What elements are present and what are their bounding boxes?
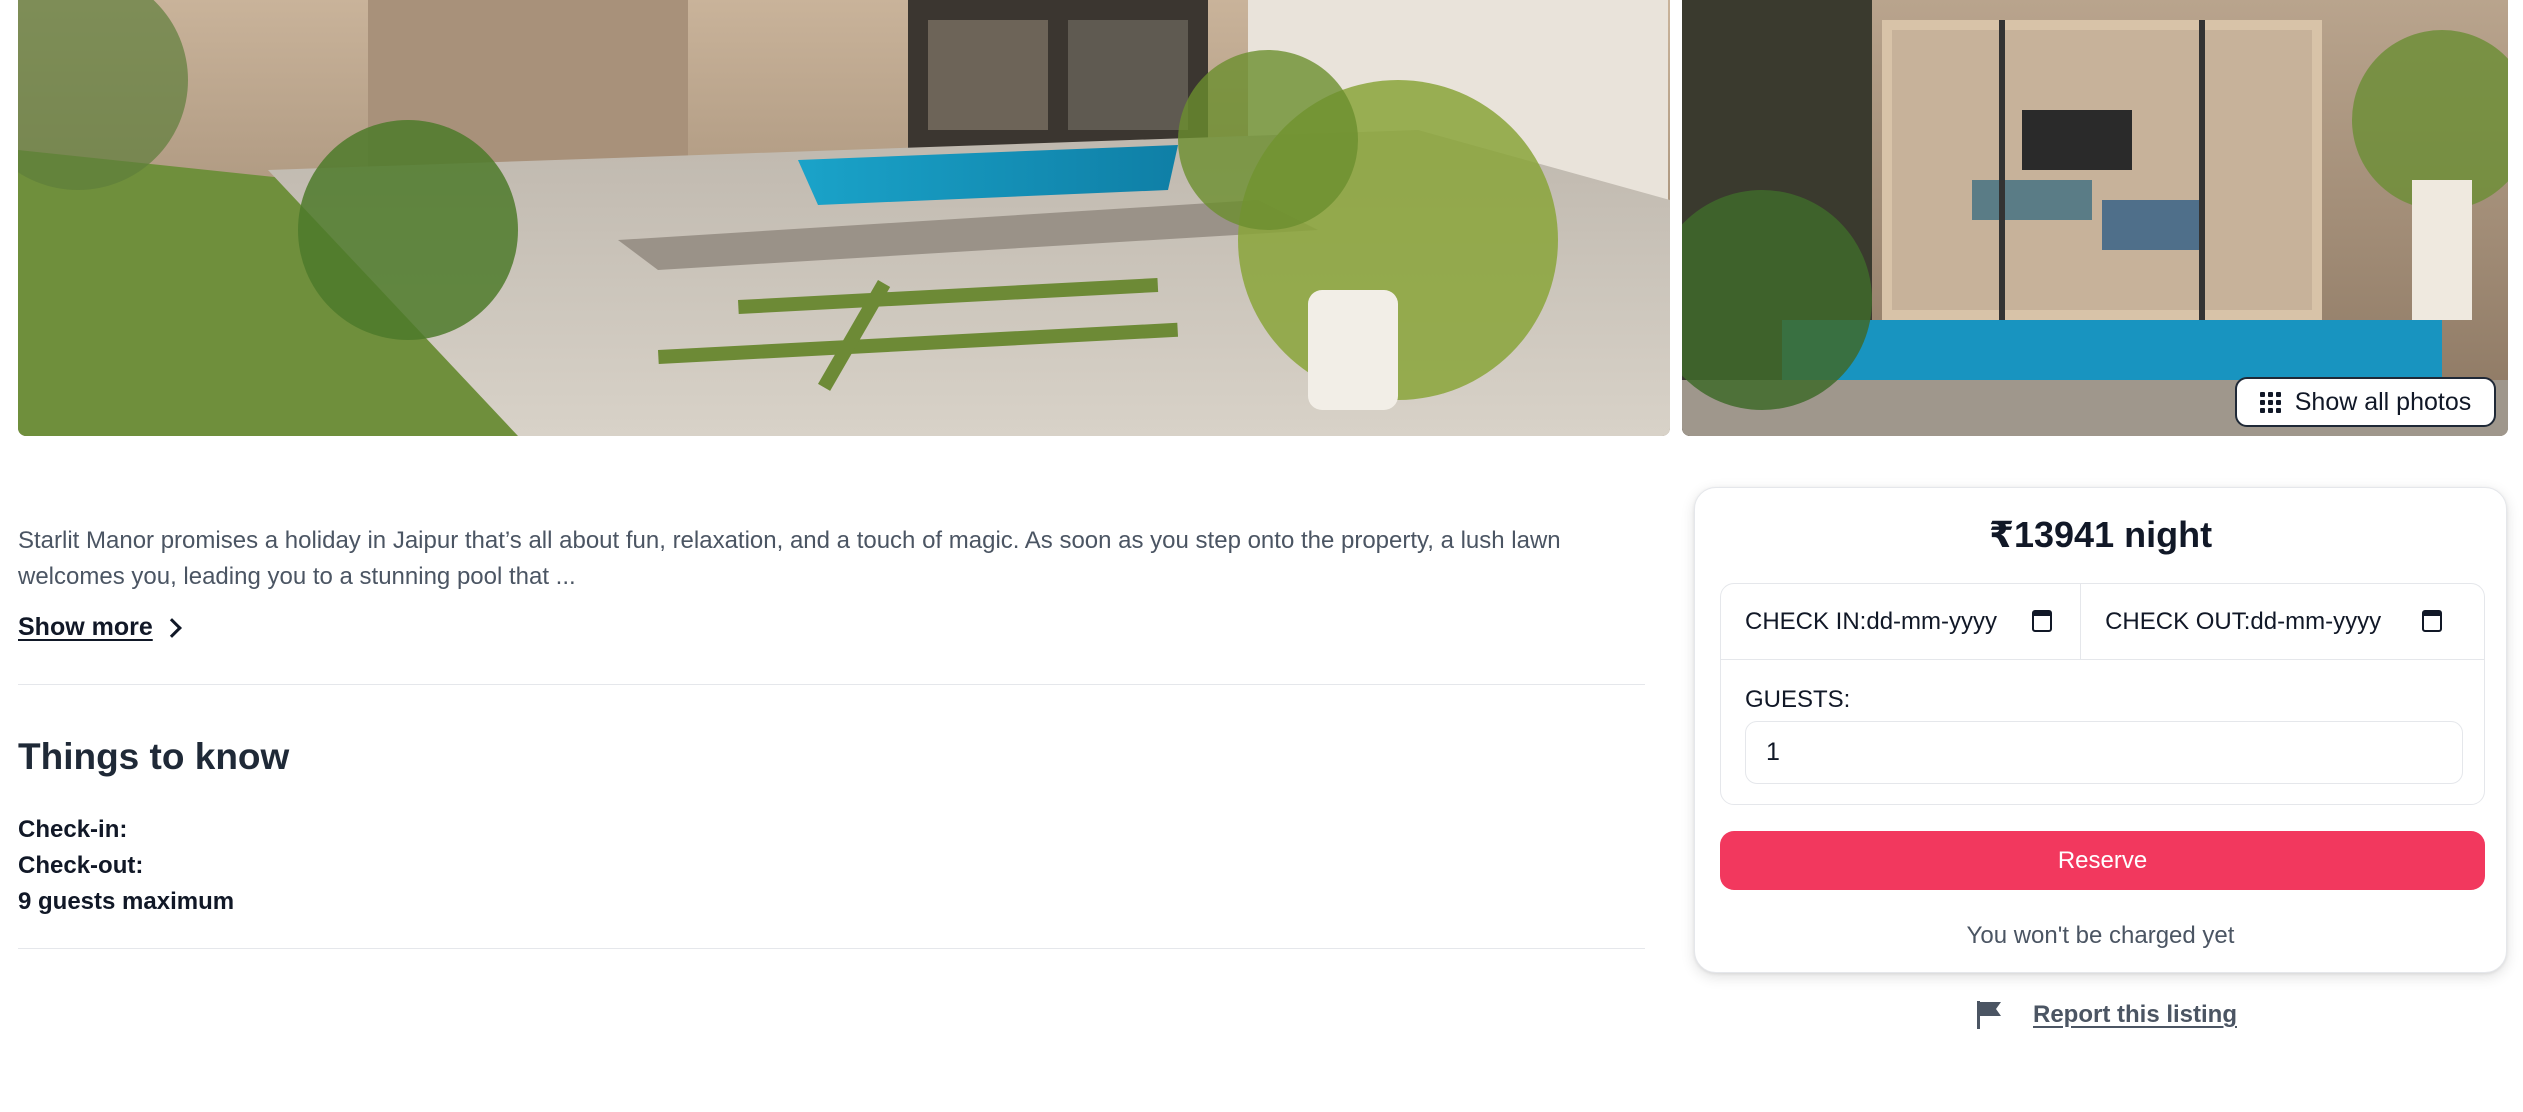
chevron-right-icon — [161, 617, 182, 638]
show-all-photos-label: Show all photos — [2294, 387, 2472, 416]
grid-dots-icon — [2259, 391, 2281, 413]
show-more-label: Show more — [18, 613, 153, 641]
nightly-price: ₹13941 night — [1988, 514, 2213, 555]
show-more-button[interactable]: Show more — [18, 613, 182, 642]
date-row: CHECK IN: dd-mm-yyyy CHECK OUT: dd-mm-yyyy — [1721, 584, 2484, 660]
things-to-know-title: Things to know — [18, 736, 290, 777]
report-listing-link[interactable]: Report this listing — [2033, 1001, 2237, 1029]
reserve-button[interactable]: Reserve — [1720, 831, 2485, 890]
flag-icon — [1977, 1001, 2001, 1029]
section-divider — [18, 948, 1645, 949]
villa-courtyard-image — [18, 0, 1670, 436]
secondary-listing-photo[interactable] — [1682, 0, 2508, 436]
booking-card: ₹13941 night CHECK IN: dd-mm-yyyy CHECK O… — [1694, 487, 2507, 973]
max-guests-info: 9 guests maximum — [18, 888, 235, 915]
villa-living-room-image — [1682, 0, 2508, 436]
things-to-know-list: Check-in: Check-out: 9 guests maximum — [18, 812, 234, 920]
report-listing: Report this listing — [1975, 1000, 2237, 1030]
listing-description: Starlit Manor promises a holiday in Jaip… — [18, 527, 1561, 590]
calendar-icon[interactable] — [2032, 610, 2053, 632]
check-in-label: CHECK IN: — [1745, 608, 1867, 635]
section-divider — [18, 684, 1645, 685]
main-listing-photo[interactable] — [18, 0, 1670, 436]
check-out-date-field[interactable]: CHECK OUT: dd-mm-yyyy — [2081, 584, 2484, 660]
booking-fields: CHECK IN: dd-mm-yyyy CHECK OUT: dd-mm-yyyy… — [1720, 583, 2485, 805]
check-out-info: Check-out: — [18, 852, 144, 879]
show-all-photos-button[interactable]: Show all photos — [2235, 377, 2496, 427]
no-charge-note: You won't be charged yet — [1966, 922, 2235, 949]
check-in-info: Check-in: — [18, 816, 128, 843]
guests-label: GUESTS: — [1745, 686, 1851, 713]
check-out-value: dd-mm-yyyy — [2250, 608, 2382, 635]
guests-input[interactable]: 1 — [1745, 721, 2463, 784]
check-out-label: CHECK OUT: — [2105, 608, 2251, 635]
check-in-value: dd-mm-yyyy — [1866, 608, 1998, 635]
calendar-icon[interactable] — [2422, 610, 2442, 632]
check-in-date-field[interactable]: CHECK IN: dd-mm-yyyy — [1721, 584, 2082, 660]
